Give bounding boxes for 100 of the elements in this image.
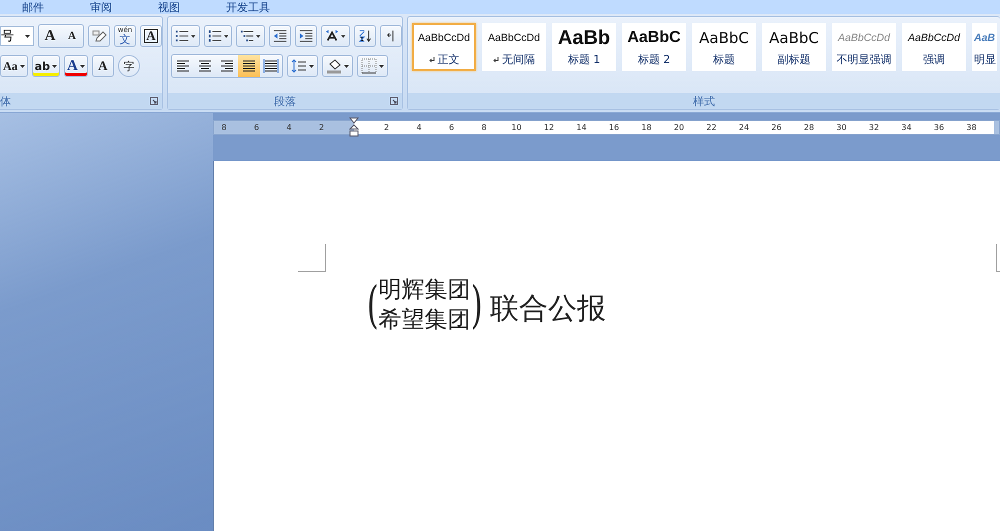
ribbon-tab[interactable]: 开发工具 [226,2,270,14]
shrink-font-button[interactable]: A [61,25,83,47]
style-name: 标题 1 [568,52,600,68]
shading-button[interactable] [322,55,353,77]
ruler-number: 8 [481,122,487,133]
style-item[interactable]: AaBbC 副标题 [762,23,826,71]
justify-button[interactable] [238,55,260,77]
style-sample: AaBbC [627,28,681,48]
dropdown-arrow-icon[interactable] [224,34,228,38]
ruler-number: 22 [706,122,717,133]
dropdown-arrow-icon[interactable] [309,64,314,68]
group-label: 样式 [693,94,715,108]
style-item[interactable]: AaBbC 标题 [692,23,756,71]
character-border-button[interactable]: A [140,25,162,47]
style-item[interactable]: AaBbC 标题 2 [622,23,686,71]
dropdown-arrow-icon[interactable] [25,34,30,38]
highlight-button[interactable]: ab [32,55,60,77]
decrease-indent-button[interactable] [268,25,291,47]
style-name: 标题 2 [638,52,670,68]
ribbon-tab[interactable]: 邮件 [22,2,44,14]
style-sample: AaBbCcDd [418,30,470,46]
dropdown-arrow-icon[interactable] [80,64,85,68]
document-text: 联合公报 [490,290,606,327]
enclose-character-button[interactable]: 字 [118,55,140,77]
return-mark-icon [493,57,499,64]
ribbon-tab[interactable]: 审阅 [90,2,112,14]
ruler-number: 4 [286,122,292,133]
borders-button[interactable] [357,55,388,77]
increase-indent-button[interactable] [294,25,317,47]
align-lines-icon [219,58,235,74]
style-sample: AaBbC [769,28,819,49]
return-mark-icon [428,57,434,64]
style-name: 无间隔 [493,52,535,68]
ruler-number: 30 [836,122,847,133]
align-lines-icon [263,58,279,74]
asian-layout-button[interactable] [321,25,350,47]
style-sample: AaBbC [699,28,749,49]
clear-formatting-button[interactable] [88,25,110,47]
dropdown-arrow-icon[interactable] [341,34,346,38]
dropdown-arrow-icon[interactable] [379,64,384,68]
style-item[interactable]: AaBb 标题 1 [552,23,616,71]
ruler-number: 4 [416,122,422,133]
sort-button[interactable] [354,25,376,47]
style-item[interactable]: AaBbCcDd 强调 [902,23,966,71]
indent-marker-icon[interactable] [349,117,359,137]
ruler-number: 8 [221,122,227,133]
dialog-launcher-icon[interactable] [390,97,398,105]
character-shading-button[interactable]: A [92,55,114,77]
align-lines-icon [175,58,191,74]
dropdown-arrow-icon[interactable] [52,64,57,68]
style-item[interactable]: AaBbCcDd 不明显强调 [832,23,896,71]
font-size-field[interactable]: 号 [0,26,34,46]
ruler-number: 24 [738,122,750,133]
style-sample: AaBb [558,26,610,49]
ruler-number: 16 [608,122,620,133]
line-spacing-button[interactable] [287,55,318,77]
group-label: 体 [0,94,11,108]
change-case-button[interactable]: Aa [0,55,28,77]
style-item[interactable]: AaB 明显 [972,23,997,71]
ruler-number: 14 [576,122,587,133]
numbering-button[interactable] [204,25,232,47]
combined-text: 明辉集团 [378,276,471,305]
font-color-button[interactable]: A [64,55,88,77]
style-name: 标题 [713,52,735,68]
dialog-launcher-icon[interactable] [150,97,158,105]
bracket: ) [470,275,482,335]
align-lines-icon [197,58,213,74]
ruler-number: 32 [868,122,880,133]
grow-font-button[interactable]: A [39,25,61,47]
ruler-number: 2 [318,122,324,133]
show-marks-button[interactable] [380,25,402,47]
ruler-number: 28 [804,122,814,133]
style-name: 不明显强调 [836,52,892,68]
style-sample: AaBbCcDd [488,30,540,46]
ruler-number: 26 [771,122,782,133]
style-name: 明显 [974,52,996,68]
style-name: 副标题 [778,52,810,68]
style-sample: AaB [974,30,996,46]
combined-text: 希望集团 [378,306,471,335]
ruler-number: 38 [966,122,977,133]
ruler-number: 36 [934,122,944,133]
style-item[interactable]: AaBbCcDd 正文 [412,23,476,71]
ruler-number: 20 [674,122,684,133]
dropdown-arrow-icon[interactable] [191,34,196,38]
dropdown-arrow-icon[interactable] [256,34,260,38]
ruler-number: 12 [544,122,554,133]
sort-icon [358,28,372,44]
style-item[interactable]: AaBbCcDd 无间隔 [482,23,546,71]
crop-mark-icon [996,244,1000,272]
bullets-button[interactable] [171,25,200,47]
ruler-number: 6 [448,122,454,133]
ribbon-tab[interactable]: 视图 [158,2,180,14]
dropdown-arrow-icon[interactable] [344,64,349,68]
group-label: 段落 [274,94,296,108]
eraser-icon [91,28,107,44]
multilevel-list-button[interactable] [236,25,264,47]
ruler-number: 34 [901,122,912,133]
dropdown-arrow-icon[interactable] [20,64,25,68]
style-sample: AaBbCcDd [908,30,960,46]
style-name: 正文 [428,52,460,68]
